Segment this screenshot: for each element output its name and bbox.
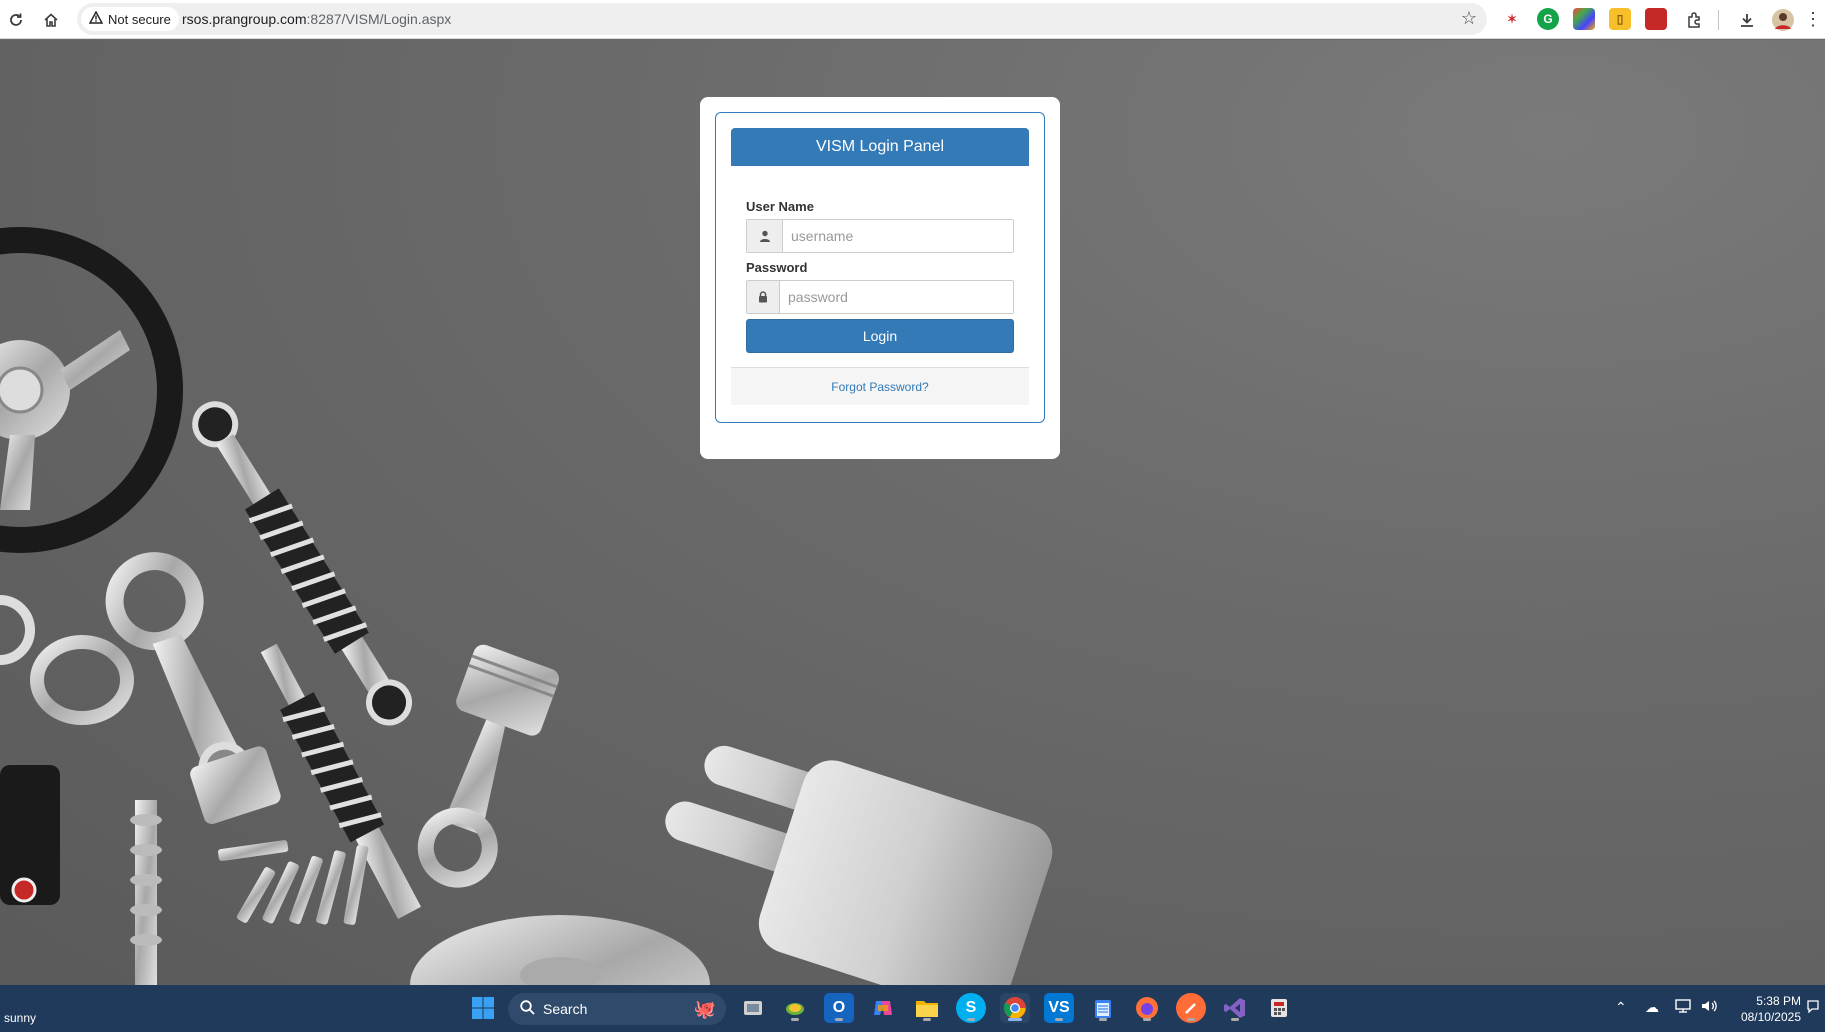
grammarly-icon[interactable]: G — [1537, 8, 1559, 30]
warning-icon — [88, 10, 104, 27]
username-label: User Name — [746, 199, 814, 214]
postman-icon[interactable] — [1176, 993, 1206, 1023]
login-panel: VISM Login Panel User Name Password Logi… — [715, 112, 1045, 423]
menu-icon[interactable]: ⋮ — [1804, 6, 1822, 33]
url-text[interactable]: rsos.prangroup.com:8287/VISM/Login.aspx — [182, 11, 451, 27]
toolbar-separator — [1718, 10, 1719, 30]
password-label: Password — [746, 260, 808, 275]
visual-studio-icon[interactable] — [1220, 993, 1250, 1023]
security-label: Not secure — [108, 11, 171, 27]
taskbar-search[interactable]: Search 🐙 — [508, 993, 726, 1025]
firefox-icon[interactable] — [1132, 993, 1162, 1023]
red-extension-icon[interactable] — [1645, 8, 1667, 30]
colorful-extension-icon[interactable] — [1573, 8, 1595, 30]
calculator-app-icon[interactable] — [1264, 993, 1294, 1023]
extension-red-icon[interactable]: ✶ — [1501, 8, 1523, 30]
forgot-password-link[interactable]: Forgot Password? — [831, 380, 928, 394]
clock-date: 08/10/2025 — [1740, 1010, 1801, 1024]
notification-icon[interactable] — [1806, 999, 1820, 1016]
search-label: Search — [543, 1001, 588, 1017]
login-button[interactable]: Login — [746, 319, 1014, 353]
yellow-extension-icon[interactable]: ▯ — [1609, 8, 1631, 30]
browser-toolbar: Not secure rsos.prangroup.com:8287/VISM/… — [0, 0, 1825, 39]
reload-icon[interactable] — [2, 6, 29, 33]
security-indicator[interactable]: Not secure — [81, 7, 179, 31]
outlook-icon[interactable]: O — [824, 993, 854, 1023]
username-input-group — [746, 219, 1014, 253]
taskbar: sunny Search 🐙 O S VS ⌃ ☁ 5:38 PM 08/10/… — [0, 985, 1825, 1032]
show-hidden-icons-icon[interactable]: ⌃ — [1615, 999, 1627, 1016]
address-bar[interactable]: Not secure rsos.prangroup.com:8287/VISM/… — [77, 3, 1487, 35]
chrome-icon[interactable] — [1000, 993, 1030, 1023]
user-icon — [747, 220, 783, 252]
vscode-icon[interactable]: VS — [1044, 993, 1074, 1023]
page-background: VISM Login Panel User Name Password Logi… — [0, 40, 1825, 985]
url-host: rsos.prangroup.com — [182, 11, 307, 27]
home-icon[interactable] — [37, 6, 64, 33]
download-icon[interactable] — [1733, 6, 1760, 33]
task-view-icon[interactable] — [738, 993, 768, 1023]
password-input-group — [746, 280, 1014, 314]
skype-icon[interactable]: S — [956, 993, 986, 1023]
username-input[interactable] — [783, 220, 1013, 252]
lock-icon — [747, 281, 780, 313]
notepad-icon[interactable] — [1088, 993, 1118, 1023]
copilot-icon[interactable] — [868, 993, 898, 1023]
panel-title: VISM Login Panel — [731, 128, 1029, 166]
weather-widget[interactable]: sunny — [4, 1011, 36, 1025]
profile-avatar[interactable] — [1769, 6, 1796, 33]
url-path: :8287/VISM/Login.aspx — [306, 11, 452, 27]
tortoise-app-icon[interactable] — [780, 993, 810, 1023]
search-icon — [520, 1000, 535, 1018]
system-clock[interactable]: 5:38 PM 08/10/2025 — [1741, 993, 1801, 1025]
login-container: VISM Login Panel User Name Password Logi… — [700, 97, 1060, 459]
password-input[interactable] — [780, 281, 1013, 313]
file-explorer-icon[interactable] — [912, 993, 942, 1023]
volume-icon[interactable] — [1701, 999, 1719, 1016]
bookmark-star-icon[interactable]: ☆ — [1461, 8, 1477, 29]
clock-time: 5:38 PM — [1756, 994, 1801, 1008]
network-icon[interactable] — [1675, 999, 1691, 1016]
panel-footer: Forgot Password? — [731, 367, 1029, 405]
search-highlight-icon: 🐙 — [693, 998, 716, 1019]
onedrive-icon[interactable]: ☁ — [1645, 999, 1659, 1016]
extensions-icon[interactable] — [1681, 6, 1708, 33]
windows-start-icon[interactable] — [468, 993, 498, 1023]
